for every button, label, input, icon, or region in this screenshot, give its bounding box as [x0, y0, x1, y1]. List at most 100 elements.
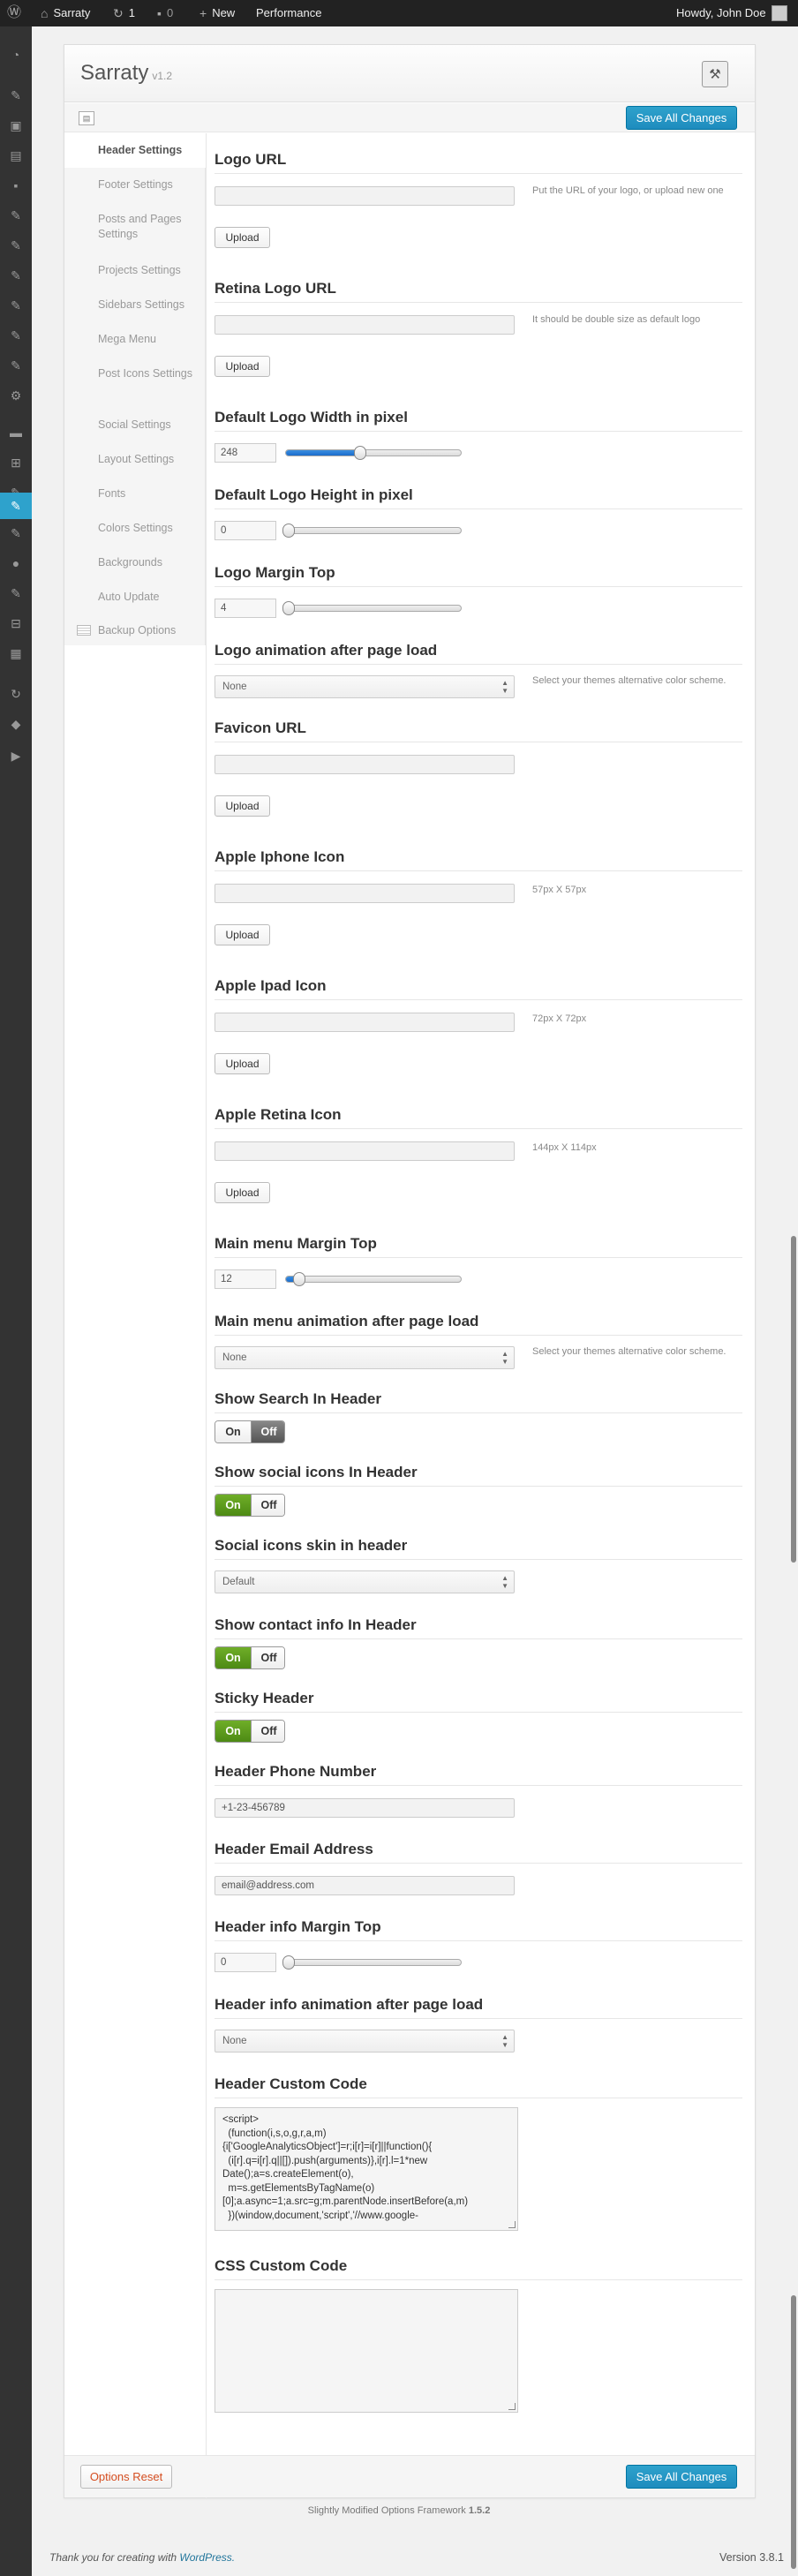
new-content-link[interactable]: + New [200, 0, 235, 26]
save-all-changes-button-bottom[interactable]: Save All Changes [626, 2465, 737, 2489]
pin-icon[interactable]: ✎ [7, 207, 25, 224]
options-reset-button[interactable]: Options Reset [80, 2465, 172, 2489]
updates-link[interactable]: ↻ 1 [113, 0, 135, 26]
logo-width-value[interactable]: 248 [215, 443, 276, 463]
logo-animation-select[interactable]: None ▲ ▼ [215, 675, 515, 698]
box-icon[interactable]: ◆ [7, 715, 25, 733]
scrollbar[interactable] [791, 1236, 796, 1563]
upload-button[interactable]: Upload [215, 356, 270, 377]
refresh-icon[interactable]: ↻ [7, 685, 25, 703]
logo-height-value[interactable]: 0 [215, 521, 276, 540]
toggle-off[interactable]: Off [251, 1421, 284, 1442]
menu-margin-value[interactable]: 12 [215, 1269, 276, 1289]
info-animation-select[interactable]: None ▲ ▼ [215, 2030, 515, 2053]
settings-gear-icon[interactable]: ⚙ [7, 387, 25, 404]
menu-animation-select[interactable]: None ▲ ▼ [215, 1346, 515, 1369]
show-search-toggle[interactable]: On Off [215, 1420, 285, 1443]
dashboard-icon[interactable]: ◔ [7, 46, 25, 64]
favicon-url-input[interactable] [215, 755, 515, 774]
slider-handle[interactable] [354, 446, 367, 460]
site-name-link[interactable]: ⌂ Sarraty [41, 0, 90, 26]
resize-handle-icon[interactable] [508, 2403, 516, 2410]
slider-icon[interactable]: ▬ [7, 424, 25, 441]
nav-item-header-settings[interactable]: Header Settings [64, 133, 207, 168]
social-skin-select[interactable]: Default ▲ ▼ [215, 1570, 515, 1593]
nav-item-sidebars-settings[interactable]: Sidebars Settings [64, 288, 206, 322]
nav-item-social-settings[interactable]: Social Settings [64, 408, 206, 442]
iphone-icon-url-input[interactable] [215, 884, 515, 903]
retina-logo-url-input[interactable] [215, 315, 515, 335]
logo-margin-value[interactable]: 4 [215, 599, 276, 618]
performance-icon[interactable]: ▦ [7, 644, 25, 662]
nav-item-fonts[interactable]: Fonts [64, 477, 206, 511]
logo-height-slider[interactable] [282, 523, 462, 538]
save-all-changes-button[interactable]: Save All Changes [626, 106, 737, 130]
collapse-icon[interactable]: ▶ [7, 747, 25, 765]
logo-margin-slider[interactable] [282, 601, 462, 615]
show-contact-toggle[interactable]: On Off [215, 1646, 285, 1669]
nav-item-backgrounds[interactable]: Backgrounds [64, 546, 206, 580]
info-margin-value[interactable]: 0 [215, 1953, 276, 1972]
custom-code-textarea[interactable]: <script> (function(i,s,o,g,r,a,m){i['Goo… [215, 2107, 518, 2231]
nav-item-footer-settings[interactable]: Footer Settings [64, 168, 206, 202]
phone-input[interactable] [215, 1798, 515, 1818]
toggle-off[interactable]: Off [251, 1721, 284, 1742]
toggle-off[interactable]: Off [251, 1495, 284, 1516]
wordpress-logo-icon[interactable]: Ⓦ [7, 0, 21, 26]
css-code-textarea[interactable] [215, 2289, 518, 2413]
logo-width-slider[interactable] [285, 446, 462, 460]
menu-margin-slider[interactable] [285, 1272, 462, 1286]
pages-icon[interactable]: ▤ [7, 147, 25, 164]
performance-link[interactable]: Performance [256, 0, 321, 26]
toggle-off[interactable]: Off [251, 1647, 284, 1668]
appearance-icon[interactable]: ✎ [0, 493, 32, 519]
show-social-toggle[interactable]: On Off [215, 1494, 285, 1517]
slider-handle[interactable] [282, 1955, 295, 1970]
users-icon[interactable]: ● [7, 554, 25, 572]
upload-button[interactable]: Upload [215, 227, 270, 248]
tools-icon[interactable]: ✎ [7, 584, 25, 602]
upload-button[interactable]: Upload [215, 1182, 270, 1203]
pin-icon[interactable]: ✎ [7, 327, 25, 344]
toggle-on[interactable]: On [215, 1495, 251, 1516]
pin-icon[interactable]: ✎ [7, 237, 25, 254]
comments-link[interactable]: ▪ 0 [157, 0, 173, 26]
toggle-on[interactable]: On [215, 1421, 251, 1442]
nav-item-mega-menu[interactable]: Mega Menu [64, 322, 206, 357]
slider-handle[interactable] [292, 1272, 305, 1286]
nav-item-backup-options[interactable]: Backup Options [64, 614, 206, 645]
nav-item-posts-pages-settings[interactable]: Posts and Pages Settings [64, 202, 206, 253]
sticky-header-toggle[interactable]: On Off [215, 1720, 285, 1743]
nav-item-auto-update[interactable]: Auto Update [64, 580, 206, 614]
pin-icon[interactable]: ✎ [7, 297, 25, 314]
scrollbar[interactable] [791, 2295, 796, 2569]
ipad-icon-url-input[interactable] [215, 1013, 515, 1032]
media-icon[interactable]: ▣ [7, 117, 25, 134]
upload-button[interactable]: Upload [215, 924, 270, 945]
info-margin-slider[interactable] [282, 1955, 462, 1970]
expand-icon[interactable]: ▤ [79, 111, 94, 125]
pin-icon[interactable]: ✎ [7, 267, 25, 284]
resize-handle-icon[interactable] [508, 2221, 516, 2228]
nav-item-colors-settings[interactable]: Colors Settings [64, 511, 206, 546]
logo-url-input[interactable] [215, 186, 515, 206]
plugins-icon[interactable]: ✎ [7, 524, 25, 542]
nav-item-post-icons-settings[interactable]: Post Icons Settings [64, 357, 206, 408]
nav-item-layout-settings[interactable]: Layout Settings [64, 442, 206, 477]
upload-button[interactable]: Upload [215, 795, 270, 817]
slider-handle[interactable] [282, 601, 295, 615]
comments-icon[interactable]: ▪ [7, 177, 25, 194]
pin-icon[interactable]: ✎ [7, 357, 25, 374]
my-account-link[interactable]: Howdy, John Doe [676, 0, 787, 26]
toggle-on[interactable]: On [215, 1647, 251, 1668]
wordpress-link[interactable]: WordPress. [179, 2551, 235, 2564]
upload-button[interactable]: Upload [215, 1053, 270, 1074]
pin-icon[interactable]: ✎ [7, 87, 25, 104]
slider-handle[interactable] [282, 523, 295, 538]
email-input[interactable] [215, 1876, 515, 1895]
retina-icon-url-input[interactable] [215, 1141, 515, 1161]
nav-item-projects-settings[interactable]: Projects Settings [64, 253, 206, 288]
settings-icon[interactable]: ⊟ [7, 614, 25, 632]
toggle-on[interactable]: On [215, 1721, 251, 1742]
cart-icon[interactable]: ⊞ [7, 454, 25, 471]
